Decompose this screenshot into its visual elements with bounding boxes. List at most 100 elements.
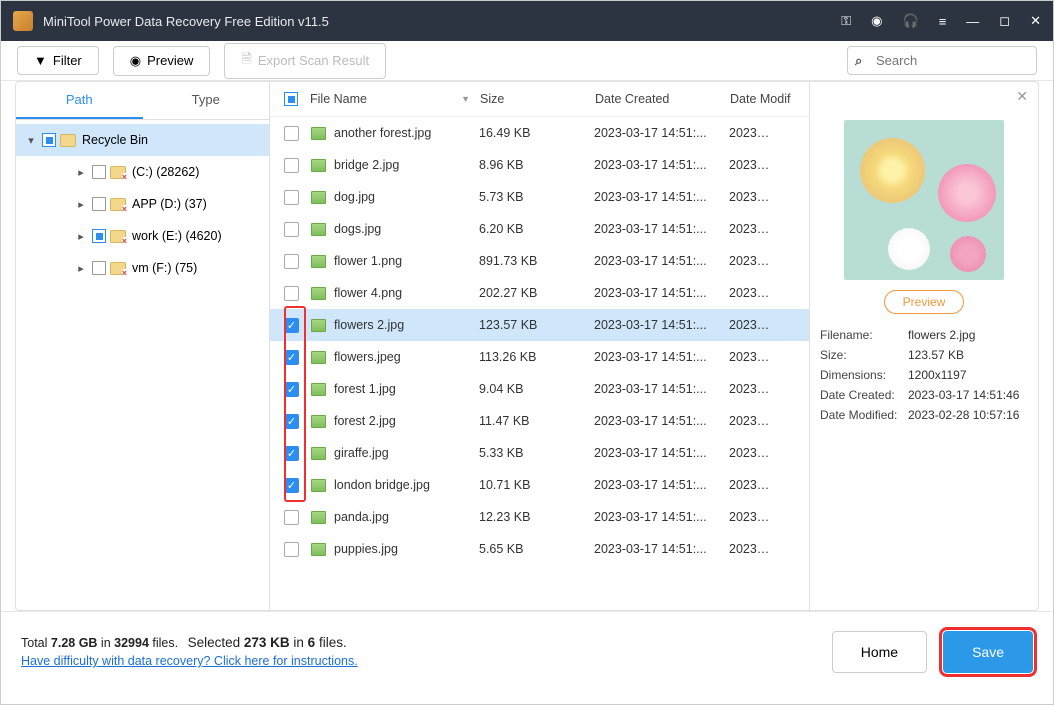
table-row[interactable]: puppies.jpg5.65 KB2023-03-17 14:51:...20…: [270, 533, 809, 565]
cell-size: 891.73 KB: [479, 254, 594, 268]
chevron-right-icon[interactable]: ▸: [74, 262, 88, 275]
cell-filename: forest 2.jpg: [334, 414, 479, 428]
image-file-icon: [311, 383, 326, 396]
minimize-icon[interactable]: —: [966, 14, 979, 29]
sidebar: Path Type ▾ Recycle Bin ▸ (C:) (28262) ▸…: [15, 81, 270, 611]
checkbox[interactable]: [92, 229, 106, 243]
meta-label: Size:: [820, 348, 908, 362]
maximize-icon[interactable]: ◻: [999, 13, 1010, 29]
checkbox[interactable]: [92, 165, 106, 179]
cell-filename: another forest.jpg: [334, 126, 479, 140]
cell-size: 6.20 KB: [479, 222, 594, 236]
row-checkbox[interactable]: [284, 414, 299, 429]
table-row[interactable]: bridge 2.jpg8.96 KB2023-03-17 14:51:...2…: [270, 149, 809, 181]
image-file-icon: [311, 511, 326, 524]
cell-filename: flower 1.png: [334, 254, 479, 268]
help-link[interactable]: Have difficulty with data recovery? Clic…: [21, 654, 358, 668]
select-all-checkbox[interactable]: [284, 92, 298, 106]
cell-date-created: 2023-03-17 14:51:...: [594, 190, 729, 204]
row-checkbox[interactable]: [284, 286, 299, 301]
row-checkbox[interactable]: [284, 510, 299, 525]
preview-button[interactable]: ◉Preview: [113, 46, 211, 76]
cell-size: 11.47 KB: [479, 414, 594, 428]
cell-filename: forest 1.jpg: [334, 382, 479, 396]
cell-date-created: 2023-03-17 14:51:...: [594, 318, 729, 332]
table-row[interactable]: dogs.jpg6.20 KB2023-03-17 14:51:...2023…: [270, 213, 809, 245]
checkbox[interactable]: [92, 261, 106, 275]
cell-date-created: 2023-03-17 14:51:...: [594, 510, 729, 524]
folder-tree: ▾ Recycle Bin ▸ (C:) (28262) ▸ APP (D:) …: [16, 120, 269, 288]
table-row[interactable]: london bridge.jpg10.71 KB2023-03-17 14:5…: [270, 469, 809, 501]
chevron-right-icon[interactable]: ▸: [74, 166, 88, 179]
table-row[interactable]: flower 1.png891.73 KB2023-03-17 14:51:..…: [270, 245, 809, 277]
cell-size: 113.26 KB: [479, 350, 594, 364]
cell-date-created: 2023-03-17 14:51:...: [594, 382, 729, 396]
sort-arrow-icon: ▼: [461, 94, 470, 104]
disc-icon[interactable]: ◉: [871, 13, 882, 29]
image-file-icon: [311, 159, 326, 172]
col-size[interactable]: Size: [480, 92, 595, 106]
toolbar: ▼Filter ◉Preview 🗎Export Scan Result ⌕: [1, 41, 1053, 81]
meta-label: Date Created:: [820, 388, 908, 402]
cell-date-modified: 2023…: [729, 446, 793, 460]
row-checkbox[interactable]: [284, 350, 299, 365]
search-input[interactable]: [847, 46, 1037, 75]
table-row[interactable]: flowers.jpeg113.26 KB2023-03-17 14:51:..…: [270, 341, 809, 373]
menu-icon[interactable]: ≡: [939, 14, 947, 29]
filter-button[interactable]: ▼Filter: [17, 46, 99, 75]
preview-panel: ✕ Preview Filename:flowers 2.jpg Size:12…: [809, 81, 1039, 611]
save-button[interactable]: Save: [943, 631, 1033, 673]
row-checkbox[interactable]: [284, 478, 299, 493]
tree-item-c[interactable]: ▸ (C:) (28262): [16, 156, 269, 188]
row-checkbox[interactable]: [284, 158, 299, 173]
col-date-modified[interactable]: Date Modif: [730, 92, 794, 106]
tab-type[interactable]: Type: [143, 82, 270, 119]
table-row[interactable]: forest 1.jpg9.04 KB2023-03-17 14:51:...2…: [270, 373, 809, 405]
key-icon[interactable]: ⚿: [841, 13, 851, 29]
tree-item-work-e[interactable]: ▸ work (E:) (4620): [16, 220, 269, 252]
chevron-right-icon[interactable]: ▸: [74, 230, 88, 243]
home-button[interactable]: Home: [832, 631, 927, 673]
row-checkbox[interactable]: [284, 382, 299, 397]
tab-path[interactable]: Path: [16, 82, 143, 119]
row-checkbox[interactable]: [284, 126, 299, 141]
checkbox[interactable]: [92, 197, 106, 211]
export-button: 🗎Export Scan Result: [224, 43, 386, 79]
app-icon: [13, 11, 33, 31]
cell-size: 5.73 KB: [479, 190, 594, 204]
cell-date-created: 2023-03-17 14:51:...: [594, 126, 729, 140]
export-icon: 🗎: [241, 50, 251, 72]
tree-item-vm-f[interactable]: ▸ vm (F:) (75): [16, 252, 269, 284]
row-checkbox[interactable]: [284, 222, 299, 237]
row-checkbox[interactable]: [284, 446, 299, 461]
col-date-created[interactable]: Date Created: [595, 92, 730, 106]
tree-item-app-d[interactable]: ▸ APP (D:) (37): [16, 188, 269, 220]
row-checkbox[interactable]: [284, 542, 299, 557]
image-file-icon: [311, 543, 326, 556]
table-row[interactable]: dog.jpg5.73 KB2023-03-17 14:51:...2023…: [270, 181, 809, 213]
col-filename[interactable]: File Name▼: [310, 92, 480, 106]
table-row[interactable]: flower 4.png202.27 KB2023-03-17 14:51:..…: [270, 277, 809, 309]
table-row[interactable]: another forest.jpg16.49 KB2023-03-17 14:…: [270, 117, 809, 149]
close-preview-icon[interactable]: ✕: [1016, 88, 1028, 105]
row-checkbox[interactable]: [284, 190, 299, 205]
cell-date-modified: 2023…: [729, 510, 793, 524]
row-checkbox[interactable]: [284, 254, 299, 269]
checkbox[interactable]: [42, 133, 56, 147]
headphones-icon[interactable]: 🎧: [903, 13, 919, 29]
table-row[interactable]: giraffe.jpg5.33 KB2023-03-17 14:51:...20…: [270, 437, 809, 469]
row-checkbox[interactable]: [284, 318, 299, 333]
table-row[interactable]: flowers 2.jpg123.57 KB2023-03-17 14:51:.…: [270, 309, 809, 341]
close-icon[interactable]: ✕: [1030, 13, 1041, 29]
cell-date-modified: 2023…: [729, 158, 793, 172]
tree-root-recycle-bin[interactable]: ▾ Recycle Bin: [16, 124, 269, 156]
table-row[interactable]: panda.jpg12.23 KB2023-03-17 14:51:...202…: [270, 501, 809, 533]
chevron-right-icon[interactable]: ▸: [74, 198, 88, 211]
table-row[interactable]: forest 2.jpg11.47 KB2023-03-17 14:51:...…: [270, 405, 809, 437]
folder-deleted-icon: [110, 230, 126, 243]
chevron-down-icon[interactable]: ▾: [24, 134, 38, 147]
cell-date-created: 2023-03-17 14:51:...: [594, 542, 729, 556]
preview-open-button[interactable]: Preview: [884, 290, 965, 314]
image-file-icon: [311, 223, 326, 236]
cell-date-created: 2023-03-17 14:51:...: [594, 254, 729, 268]
